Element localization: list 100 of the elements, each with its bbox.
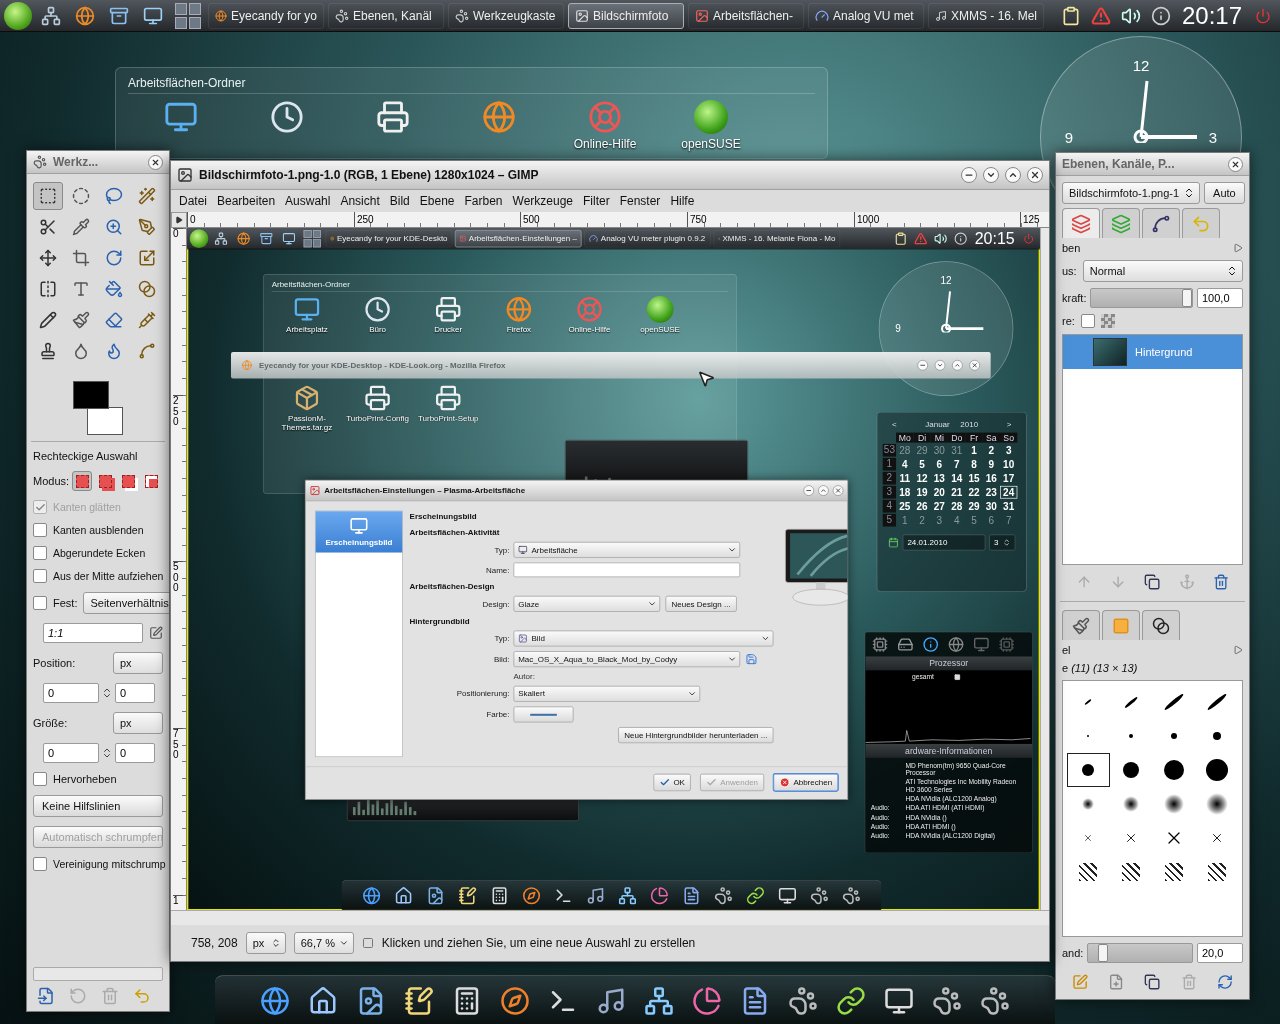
calendar-day[interactable]: 3	[930, 513, 949, 527]
number-field[interactable]: 0	[43, 683, 99, 703]
dropdown[interactable]: Skaliert	[513, 685, 701, 702]
dropdown[interactable]: Seitenverhältnis	[83, 592, 169, 614]
calendar-day[interactable]: 10	[1000, 457, 1018, 471]
task-button[interactable]: Werkzeugkaste	[448, 2, 564, 29]
calendar-day[interactable]: 6	[982, 513, 1000, 527]
calendar-day[interactable]: 29	[965, 499, 983, 513]
calendar-day[interactable]: 20	[930, 485, 949, 499]
calendar-day[interactable]: 17	[1000, 471, 1018, 485]
image-dropdown[interactable]: Bildschirmfoto-1.png-1	[1062, 182, 1201, 204]
task-button[interactable]: Arbeitsflächen-Einstellungen –	[454, 229, 582, 247]
task-button[interactable]: XMMS - 16. Mel	[928, 2, 1044, 29]
menu-item[interactable]: Ansicht	[336, 193, 384, 209]
number-field[interactable]: 0	[115, 743, 155, 763]
menu-item[interactable]: Fenster	[615, 193, 665, 209]
calendar-day[interactable]: 3	[1000, 443, 1018, 457]
number-field[interactable]: 0	[115, 683, 155, 703]
menu-item[interactable]: Auswahl	[281, 193, 335, 209]
calendar-day[interactable]: 2	[913, 513, 931, 527]
calendar-day[interactable]: 31	[948, 443, 966, 457]
text-field[interactable]: 1:1	[43, 623, 143, 643]
calendar-day[interactable]: 30	[982, 499, 1000, 513]
calendar-day[interactable]: 23	[982, 485, 1000, 499]
calendar-day[interactable]: 4	[948, 513, 966, 527]
calendar-day[interactable]: 9	[982, 457, 1000, 471]
calendar-day[interactable]: 1	[965, 443, 983, 457]
dropdown[interactable]: Bild	[513, 630, 774, 647]
menu-item[interactable]: Bearbeiten	[213, 193, 280, 209]
calendar-day[interactable]: 1	[896, 513, 914, 527]
dropdown[interactable]: Mac_OS_X_Aqua_to_Black_Mod_by_Codyy	[513, 651, 741, 668]
calendar-day[interactable]: 14	[948, 471, 966, 485]
option-label: Kanten glätten	[53, 501, 121, 513]
unit-dropdown[interactable]: px	[245, 932, 286, 954]
number-field[interactable]: 0	[43, 743, 99, 763]
menu-item[interactable]: Bild	[385, 193, 414, 209]
mode-dropdown[interactable]: Normal	[1082, 260, 1243, 282]
dialog-button[interactable]: OK	[653, 773, 691, 792]
menu-item[interactable]: Filter	[579, 193, 614, 209]
calendar-day[interactable]: 7	[948, 457, 966, 471]
calendar-day[interactable]: 28	[948, 499, 966, 513]
menu-item[interactable]: Farben	[460, 193, 507, 209]
panel-title: ben	[1062, 242, 1081, 254]
task-button[interactable]: Bildschirmfoto	[568, 2, 684, 29]
calendar-day[interactable]: 18	[896, 485, 914, 499]
download-button[interactable]: Neue Hintergrundbilder herunterladen ...	[618, 727, 774, 744]
week-spinbox[interactable]: 3	[989, 534, 1016, 551]
date-field[interactable]: 24.01.2010	[902, 534, 986, 551]
new-design-button[interactable]: Neues Design ...	[665, 595, 737, 612]
calendar-day[interactable]: 30	[930, 443, 949, 457]
calendar-day[interactable]: 25	[896, 499, 914, 513]
calendar-day[interactable]: 29	[913, 443, 931, 457]
calendar-day[interactable]: 7	[1000, 513, 1018, 527]
dropdown[interactable]: Glaze	[513, 595, 661, 612]
calendar-day[interactable]: 26	[913, 499, 931, 513]
calendar-day[interactable]: 4	[896, 457, 914, 471]
previous-month-arrow[interactable]: <	[882, 419, 907, 429]
task-button[interactable]: Eyecandy for yo	[208, 2, 324, 29]
task-button[interactable]: Analog VU met	[808, 2, 924, 29]
calendar-day[interactable]: 13	[930, 471, 949, 485]
calendar-day[interactable]: 12	[913, 471, 931, 485]
number-field[interactable]: 20,0	[1197, 943, 1243, 963]
calendar-day[interactable]: 5	[913, 457, 931, 471]
menu-item[interactable]: Datei	[175, 193, 211, 209]
unit-dropdown[interactable]: px	[113, 712, 163, 734]
next-month-arrow[interactable]: >	[997, 419, 1021, 429]
panel-title: el	[1062, 644, 1071, 656]
guides-dropdown[interactable]: Keine Hilfslinien	[33, 795, 163, 817]
calendar-day[interactable]: 27	[930, 499, 949, 513]
calendar-day[interactable]: 19	[913, 485, 931, 499]
calendar-day[interactable]: 2	[982, 443, 1000, 457]
calendar-day[interactable]: 15	[965, 471, 983, 485]
calendar-day[interactable]: 11	[896, 471, 914, 485]
page-item[interactable]: Erscheinungsbild	[315, 511, 403, 553]
menu-item[interactable]: Werkzeuge	[508, 193, 577, 209]
calendar-day[interactable]: 5	[965, 513, 983, 527]
calendar-day[interactable]: 21	[948, 485, 966, 499]
dialog-button[interactable]: Abbrechen	[773, 773, 839, 792]
calendar-day[interactable]: 28	[896, 443, 914, 457]
month-label: Januar	[925, 419, 950, 429]
weekday-label: So	[1000, 432, 1018, 443]
menu-item[interactable]: Hilfe	[666, 193, 699, 209]
menu-item[interactable]: Ebene	[415, 193, 459, 209]
number-field[interactable]: 100,0	[1197, 288, 1243, 308]
window-title: Ebenen, Kanäle, P...	[1062, 157, 1176, 171]
zoom-dropdown[interactable]: 66,7 %	[293, 932, 354, 954]
task-button[interactable]: Ebenen, Kanäl	[328, 2, 444, 29]
ruler-label: 500	[520, 212, 540, 227]
dropdown[interactable]: Arbeitsfläche	[513, 541, 741, 558]
calendar-day[interactable]: 8	[965, 457, 983, 471]
unit-dropdown[interactable]: px	[113, 652, 163, 674]
calendar-day[interactable]: 31	[1000, 499, 1018, 513]
task-button[interactable]: Arbeitsflächen-	[688, 2, 804, 29]
calendar-day[interactable]: 16	[982, 471, 1000, 485]
ruler-label: 250	[173, 395, 183, 428]
option-label: Vereinigung mitschrump	[53, 858, 166, 870]
field-label: Modus:	[33, 475, 70, 487]
calendar-day[interactable]: 22	[965, 485, 983, 499]
calendar-day[interactable]: 6	[930, 457, 949, 471]
auto-button[interactable]: Auto	[1204, 182, 1245, 204]
